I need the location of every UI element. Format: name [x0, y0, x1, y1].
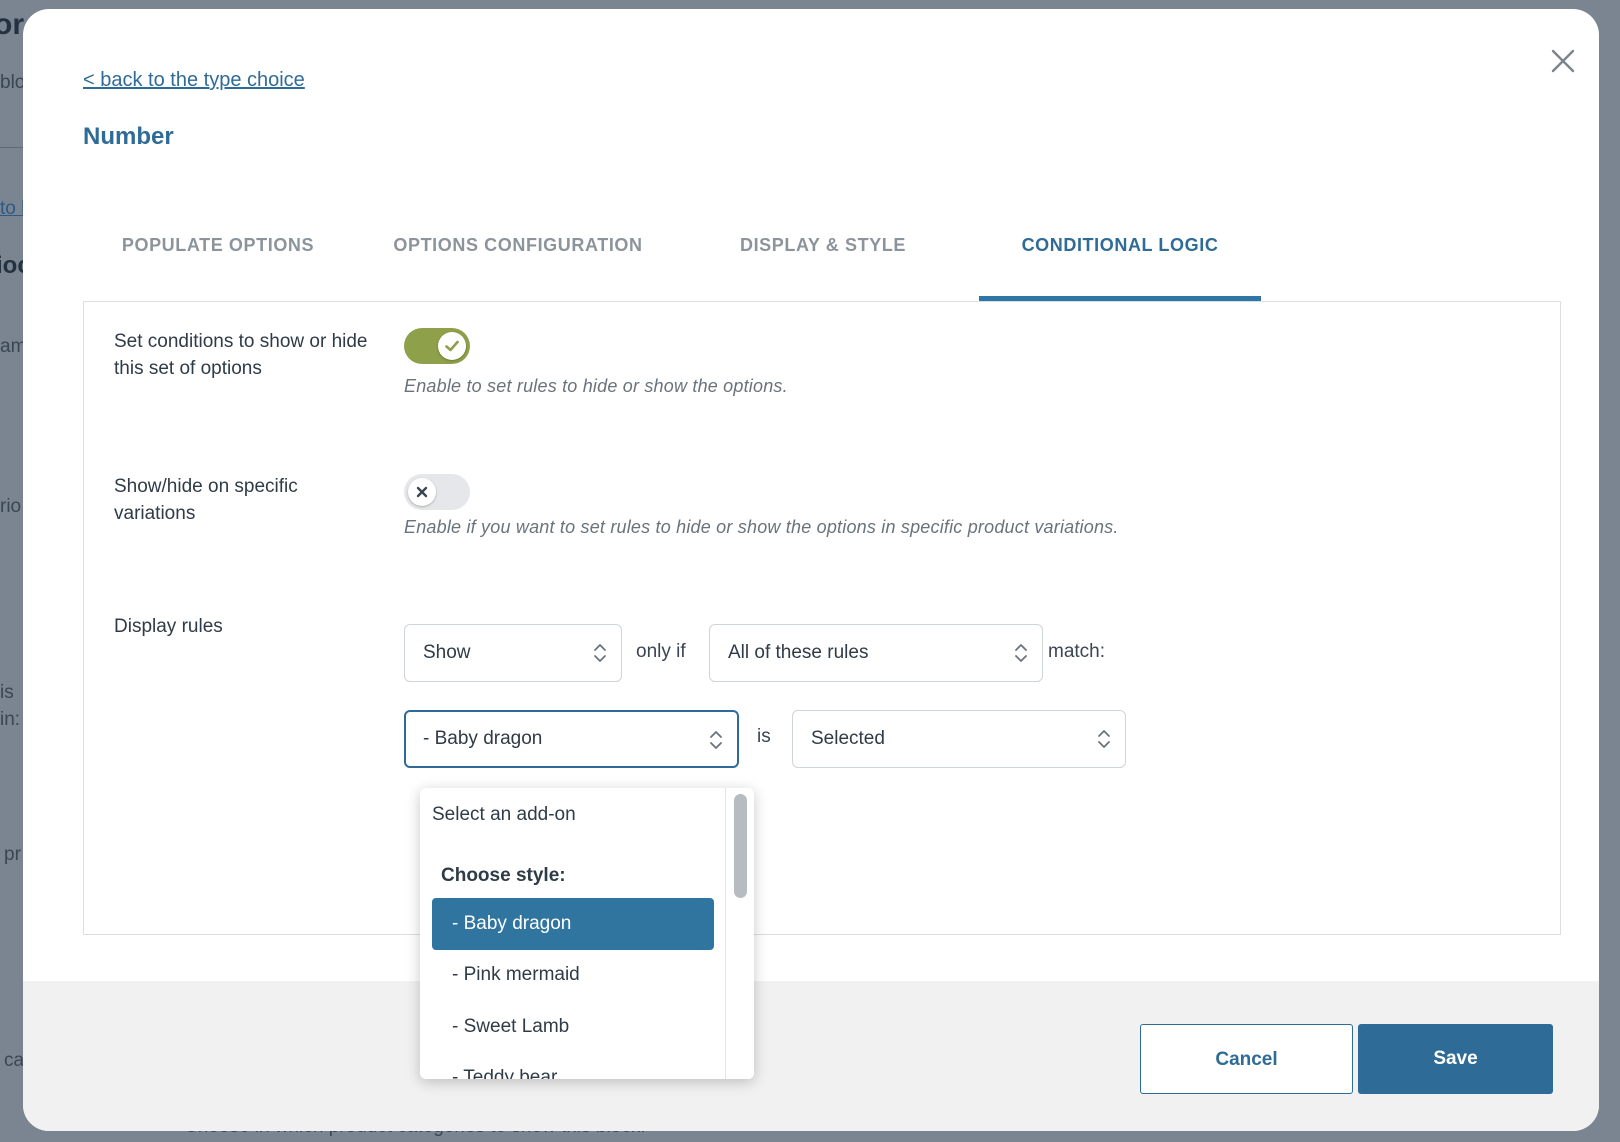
- conditions-toggle[interactable]: [404, 328, 470, 364]
- bg-fragment: ca: [4, 1050, 25, 1071]
- select-chevron-icon: [1098, 730, 1110, 748]
- bg-fragment: in:: [0, 709, 21, 730]
- match-suffix-text: match:: [1048, 641, 1106, 662]
- save-button[interactable]: Save: [1358, 1024, 1553, 1094]
- tab-conditional-logic[interactable]: CONDITIONAL LOGIC: [979, 209, 1261, 301]
- only-if-text: only if: [636, 641, 686, 662]
- match-type-select-value: All of these rules: [728, 642, 869, 663]
- show-hide-select-value: Show: [423, 642, 471, 663]
- bg-fragment: is: [0, 682, 14, 703]
- check-icon: [445, 340, 459, 352]
- back-to-type-choice-link[interactable]: < back to the type choice: [83, 69, 305, 92]
- dropdown-placeholder-option[interactable]: Select an add-on: [432, 789, 714, 841]
- state-select-value: Selected: [811, 728, 885, 749]
- select-chevron-icon: [594, 644, 606, 662]
- match-type-select[interactable]: All of these rules: [709, 624, 1043, 682]
- modal-footer: Cancel Save: [23, 981, 1599, 1131]
- dropdown-group-label: Choose style:: [441, 865, 566, 886]
- dropdown-scrollbar-thumb[interactable]: [734, 794, 747, 898]
- bg-fragment: to l: [0, 198, 26, 219]
- tab-bar: POPULATE OPTIONS OPTIONS CONFIGURATION D…: [83, 209, 1561, 301]
- dropdown-option-sweet-lamb[interactable]: - Sweet Lamb: [432, 1001, 714, 1053]
- bg-fragment: blo: [0, 72, 26, 93]
- toggle-knob: [438, 332, 466, 360]
- dropdown-option-baby-dragon[interactable]: - Baby dragon: [432, 898, 714, 950]
- tab-populate-options[interactable]: POPULATE OPTIONS: [83, 209, 353, 301]
- state-select[interactable]: Selected: [792, 710, 1126, 768]
- page-title: Number: [83, 123, 174, 150]
- addon-select[interactable]: - Baby dragon: [404, 710, 739, 768]
- show-hide-select[interactable]: Show: [404, 624, 622, 682]
- bg-fragment: pr: [4, 844, 21, 865]
- conditions-label: Set conditions to show or hide this set …: [114, 331, 368, 379]
- x-icon: [416, 486, 428, 498]
- addon-select-value: - Baby dragon: [423, 728, 543, 749]
- addon-dropdown-list[interactable]: Select an add-on Choose style: - Baby dr…: [420, 788, 754, 1079]
- select-chevron-icon: [710, 731, 722, 749]
- variations-toggle[interactable]: [404, 474, 470, 510]
- dropdown-scrollbar[interactable]: [725, 788, 754, 1079]
- tab-display-style[interactable]: DISPLAY & STYLE: [703, 209, 943, 301]
- select-chevron-icon: [1015, 644, 1027, 662]
- variations-label: Show/hide on specific variations: [114, 476, 298, 524]
- is-text: is: [757, 726, 771, 747]
- conditions-hint: Enable to set rules to hide or show the …: [404, 376, 788, 396]
- bg-divider: [0, 147, 24, 148]
- variations-hint: Enable if you want to set rules to hide …: [404, 517, 1119, 537]
- bg-fragment: rio: [0, 496, 22, 517]
- toggle-knob: [408, 478, 436, 506]
- close-icon[interactable]: [1543, 41, 1583, 81]
- tab-options-configuration[interactable]: OPTIONS CONFIGURATION: [363, 209, 673, 301]
- addon-modal: < back to the type choice Number POPULAT…: [23, 9, 1599, 1131]
- display-rules-label: Display rules: [114, 616, 223, 637]
- dropdown-option-pink-mermaid[interactable]: - Pink mermaid: [432, 949, 714, 1001]
- bg-fragment: or: [0, 8, 24, 41]
- cancel-button[interactable]: Cancel: [1140, 1024, 1353, 1094]
- dropdown-option-teddy-bear[interactable]: - Teddy bear: [432, 1052, 714, 1079]
- conditional-logic-panel: Set conditions to show or hide this set …: [83, 301, 1561, 935]
